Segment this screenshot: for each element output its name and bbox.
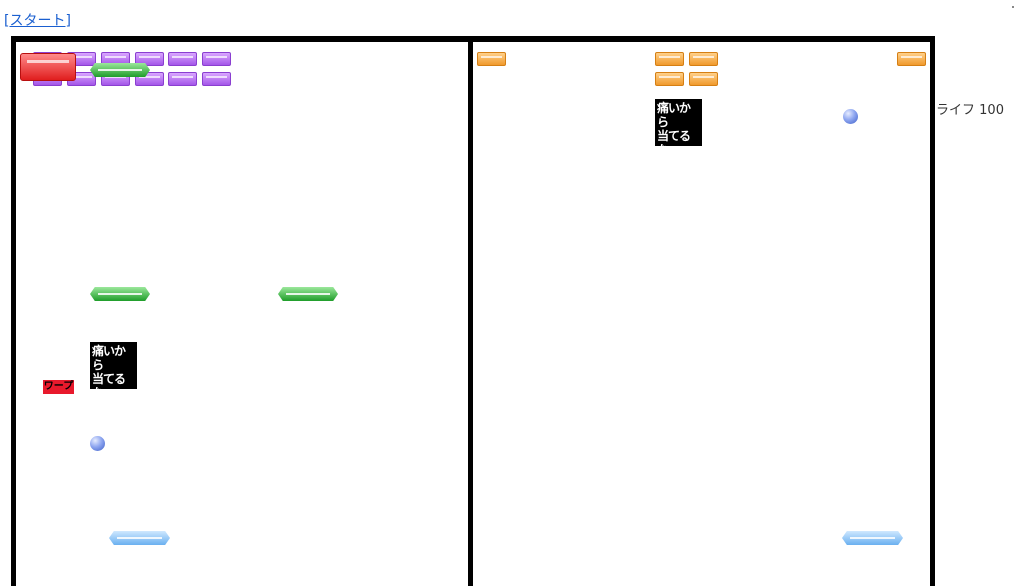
brick bbox=[897, 52, 926, 66]
life-counter: ライフ 100 bbox=[936, 99, 1004, 118]
warp-block: ワープ bbox=[43, 380, 74, 394]
brick bbox=[655, 52, 684, 66]
brick bbox=[689, 72, 718, 86]
red-special-brick bbox=[20, 53, 76, 81]
green-paddle bbox=[90, 287, 150, 301]
brick bbox=[168, 72, 197, 86]
life-label: ライフ bbox=[936, 103, 976, 118]
left-playfield bbox=[11, 36, 474, 586]
start-link[interactable]: [スタート] bbox=[4, 10, 71, 30]
warning-sign: 痛いから 当てるな なよ bbox=[655, 99, 702, 146]
brick bbox=[202, 52, 231, 66]
green-paddle bbox=[278, 287, 338, 301]
brick bbox=[168, 52, 197, 66]
warning-sign: 痛いから 当てるな なよ bbox=[90, 342, 137, 389]
brick bbox=[689, 52, 718, 66]
ball bbox=[90, 436, 105, 451]
green-paddle bbox=[90, 63, 150, 77]
life-value: 100 bbox=[979, 103, 1004, 118]
brick bbox=[202, 72, 231, 86]
player-paddle-left[interactable] bbox=[109, 531, 170, 545]
corner-dot bbox=[1012, 6, 1014, 8]
ball bbox=[843, 109, 858, 124]
player-paddle-right[interactable] bbox=[842, 531, 903, 545]
brick bbox=[477, 52, 506, 66]
brick bbox=[655, 72, 684, 86]
